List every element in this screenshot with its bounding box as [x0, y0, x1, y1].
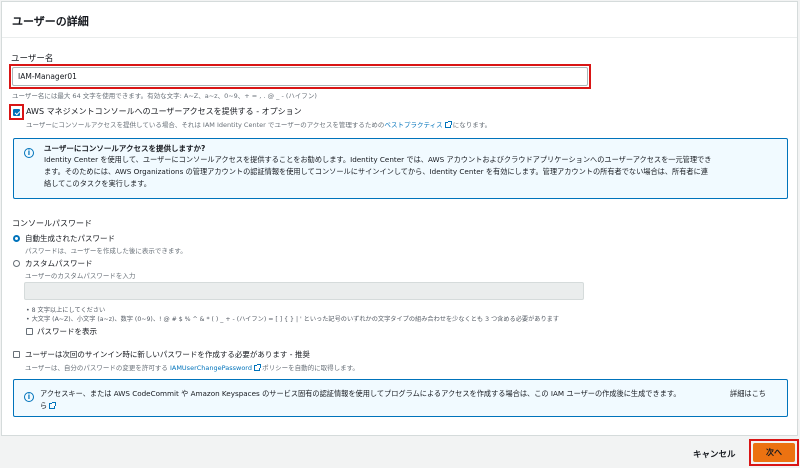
learn-more-link-part1[interactable]: 詳細はこち: [730, 388, 766, 400]
external-link-icon: [444, 121, 452, 128]
iam-user-change-password-link[interactable]: IAMUserChangePassword: [170, 364, 252, 372]
identity-info-line1: Identity Center を使用して、ユーザーにコンソールアクセスを提供す…: [44, 155, 712, 164]
learn-more-link-part2[interactable]: ら: [40, 400, 57, 412]
identity-center-info-box: i ユーザーにコンソールアクセスを提供しますか? Identity Center…: [13, 138, 788, 199]
info-icon: i: [24, 148, 34, 158]
next-button-highlight: [749, 439, 799, 466]
require-reset-desc: ユーザーは、自分のパスワードの変更を許可する IAMUserChangePass…: [25, 364, 359, 372]
console-access-label: AWS マネジメントコンソールへのユーザーアクセスを提供する - オプション: [26, 107, 302, 116]
external-link-icon: [254, 364, 261, 371]
panel-header: ユーザーの詳細: [2, 2, 797, 38]
identity-info-title: ユーザーにコンソールアクセスを提供しますか?: [44, 144, 206, 153]
user-details-panel: ユーザーの詳細 ユーザー名 IAM-Manager01 ユーザー名には最大 64…: [1, 1, 798, 436]
show-password-label: パスワードを表示: [37, 327, 97, 336]
require-reset-checkbox[interactable]: [13, 351, 20, 358]
username-label: ユーザー名: [11, 54, 54, 64]
console-access-highlight: [9, 104, 24, 120]
console-access-desc: ユーザーにコンソールアクセスを提供している場合、それは IAM Identity…: [26, 121, 492, 129]
console-password-label: コンソールパスワード: [12, 219, 92, 228]
identity-info-line3: 絡してこのタスクを実行します。: [44, 179, 151, 188]
identity-info-line2: ます。そのためには、AWS Organizations の管理アカウントの認証情…: [44, 167, 708, 176]
info-icon: i: [24, 392, 34, 402]
custom-password-input[interactable]: [24, 282, 584, 300]
custom-password-desc: ユーザーのカスタムパスワードを入力: [25, 272, 136, 280]
best-practice-link[interactable]: ベストプラクティス: [384, 121, 442, 129]
access-key-info-text: アクセスキー、または AWS CodeCommit や Amazon Keysp…: [40, 389, 681, 398]
auto-password-radio[interactable]: [13, 235, 20, 242]
require-reset-label: ユーザーは次回のサインイン時に新しいパスワードを作成する必要があります - 推奨: [25, 350, 310, 359]
auto-password-label: 自動生成されたパスワード: [25, 234, 115, 243]
cancel-button[interactable]: キャンセル: [693, 448, 736, 460]
password-rule-2: • 大文字 (A~Z)、小文字 (a~z)、数字 (0~9)、! @ # $ %…: [26, 316, 560, 323]
show-password-checkbox[interactable]: [26, 328, 33, 335]
password-rule-1: • 8 文字以上にしてください: [26, 307, 106, 314]
custom-password-label: カスタムパスワード: [25, 259, 93, 268]
external-link-icon: [49, 402, 57, 409]
custom-password-radio[interactable]: [13, 260, 20, 267]
access-key-info-box: i アクセスキー、または AWS CodeCommit や Amazon Key…: [13, 379, 788, 417]
username-highlight: [9, 64, 591, 89]
panel-title: ユーザーの詳細: [12, 15, 89, 28]
username-hint: ユーザー名には最大 64 文字を使用できます。有効な文字: A~Z、a~z、0~…: [12, 92, 317, 100]
auto-password-desc: パスワードは、ユーザーを作成した後に表示できます。: [25, 247, 187, 255]
